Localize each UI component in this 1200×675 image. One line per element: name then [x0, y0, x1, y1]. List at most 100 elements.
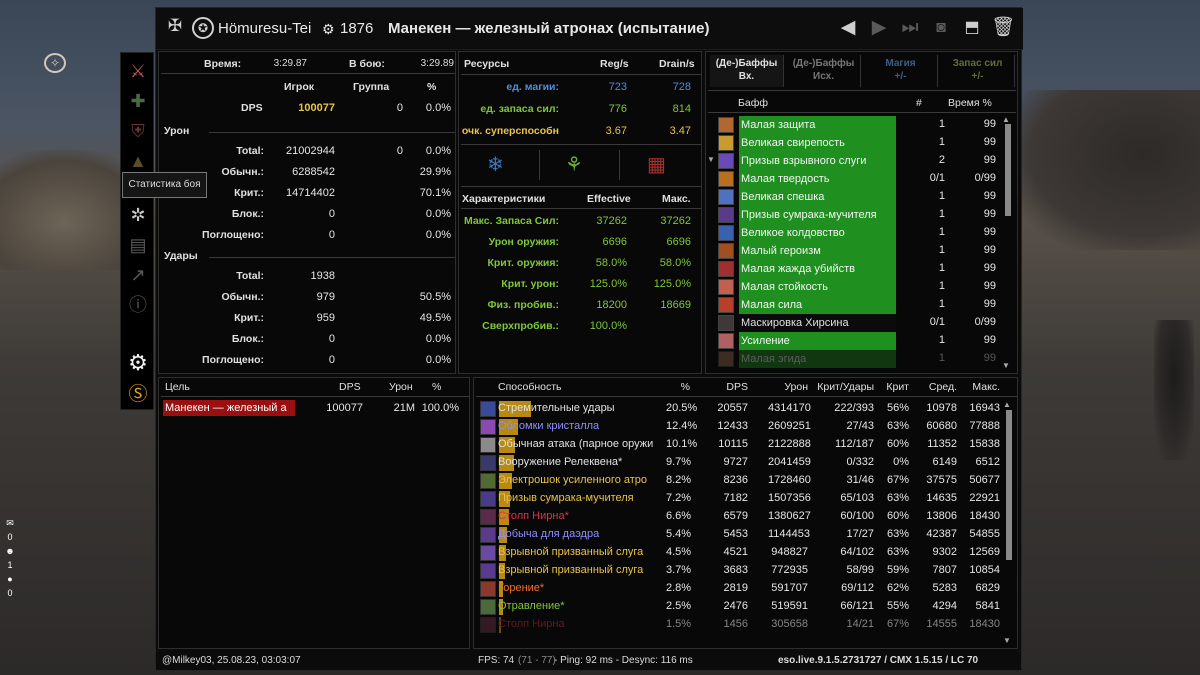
- ability-row[interactable]: Столп Нирна 1.5% 1456 305658 14/21 67% 14555 18…: [478, 616, 1016, 634]
- buff-count: 1: [938, 298, 945, 310]
- scroll-down-icon[interactable]: ▼: [1003, 636, 1011, 645]
- ability-row[interactable]: Взрывной призванный слуга 3.7% 3683 772935 5…: [478, 562, 1016, 580]
- resource-row-drain: 728: [672, 81, 691, 93]
- ability-row[interactable]: Призыв сумрака-мучителя 7.2% 7182 1507356 65…: [478, 490, 1016, 508]
- characteristic-effective: 58.0%: [595, 257, 627, 269]
- buff-row[interactable]: Малая жажда убийств 1 99: [714, 260, 1004, 278]
- target-dmg-header: Урон: [389, 381, 413, 393]
- characteristic-effective: 37262: [596, 215, 627, 227]
- buff-tab[interactable]: (Де-)Баффы Исх.: [787, 55, 861, 87]
- mail-icon: ✉: [6, 518, 14, 528]
- ability-icon: [480, 581, 496, 597]
- buff-scrollbar[interactable]: [1005, 124, 1011, 216]
- buff-row[interactable]: Малая стойкость 1 99: [714, 278, 1004, 296]
- ability-row[interactable]: Обломки кристалла 12.4% 12433 2609251 27/43 6…: [478, 418, 1016, 436]
- ability-scrollbar[interactable]: [1006, 410, 1012, 560]
- ability-crit-hits: 0/332: [846, 456, 874, 468]
- scroll-down-icon[interactable]: ▼: [1002, 361, 1010, 370]
- buff-row[interactable]: Великая свирепость 1 99: [714, 134, 1004, 152]
- expand-arrow-icon[interactable]: ▼: [707, 155, 715, 164]
- buff-count: 1: [938, 334, 945, 346]
- buff-tab[interactable]: Магия +/-: [864, 55, 938, 87]
- buff-tab[interactable]: Запас сил +/-: [941, 55, 1015, 87]
- ability-pct: 12.4%: [666, 420, 698, 432]
- ability-name: Взрывной призванный слуга: [498, 546, 644, 558]
- resource-row-drain: 814: [672, 103, 691, 115]
- buff-row[interactable]: Малая твердость 0/1 0/99: [714, 170, 1004, 188]
- buff-row[interactable]: Малая защита 1 99: [714, 116, 1004, 134]
- ability-dmg: 519591: [771, 600, 808, 612]
- ability-dps: 5453: [723, 528, 748, 540]
- ability-row[interactable]: Взрывной призванный слуга 4.5% 4521 948827 6…: [478, 544, 1016, 562]
- buff-row[interactable]: Великое колдовство 1 99: [714, 224, 1004, 242]
- ability-icon: [480, 419, 496, 435]
- next-fight-button[interactable]: ▶: [867, 16, 891, 40]
- buff-row[interactable]: Великая спешка 1 99: [714, 188, 1004, 206]
- log-icon[interactable]: ▤: [126, 233, 150, 257]
- buff-tab-line1: Запас сил: [952, 58, 1003, 69]
- damage-row-pct: 0.0%: [425, 208, 451, 220]
- ability-dps: 10115: [718, 438, 748, 450]
- buff-row[interactable]: Малая сила 1 99: [714, 296, 1004, 314]
- buff-row[interactable]: Малая эгида 1 99: [714, 350, 1004, 368]
- ability-crit: 67%: [886, 474, 909, 486]
- buff-icon: [718, 243, 734, 259]
- characteristic-effective: 18200: [596, 299, 627, 311]
- ability-name: Стремительные удары: [498, 402, 615, 414]
- magic-icon[interactable]: ✲: [126, 203, 150, 227]
- target-row[interactable]: Манекен — железный а 100077 21M 100.0%: [163, 400, 467, 416]
- delete-trash-icon[interactable]: 🗑: [991, 16, 1015, 40]
- scroll-up-icon[interactable]: ▲: [1002, 115, 1010, 124]
- ability-row[interactable]: Столп Нирна* 6.6% 6579 1380627 60/100 60% 1380…: [478, 508, 1016, 526]
- scroll-up-icon[interactable]: ▲: [1003, 400, 1011, 409]
- ability-row[interactable]: Стремительные удары 20.5% 20557 4314170 222/…: [478, 400, 1016, 418]
- ability-name: Горение*: [498, 582, 545, 594]
- damage-row-player: 14714402: [286, 187, 335, 199]
- ability-dps: 1456: [723, 618, 748, 630]
- buff-count: 1: [938, 190, 945, 202]
- damage-row-pct: 70.1%: [419, 187, 451, 199]
- buff-tab-line2: Исх.: [813, 71, 834, 82]
- combat-log-icon[interactable]: ⚔: [126, 59, 150, 83]
- ability-row[interactable]: Вооружение Релеквена* 9.7% 9727 2041459 0/33…: [478, 454, 1016, 472]
- addon-logo-icon[interactable]: Ⓢ: [126, 383, 150, 407]
- buff-time: 99: [983, 334, 996, 346]
- ability-row[interactable]: Электрошок усиленного атро 8.2% 8236 172846…: [478, 472, 1016, 490]
- hud-count: 0: [7, 532, 13, 542]
- buff-col-header: Бафф: [738, 97, 769, 109]
- version-text: eso.live.9.1.5.2731727 / CMX 1.5.15 / LC…: [778, 655, 979, 666]
- last-fight-button[interactable]: ⏭: [898, 16, 922, 40]
- ability-col-header: %: [680, 381, 690, 393]
- buff-row[interactable]: Усиление 1 99: [714, 332, 1004, 350]
- ability-avg: 11352: [927, 438, 957, 450]
- buff-time: 99: [983, 352, 996, 364]
- buff-row[interactable]: Призыв сумрака-мучителя 1 99: [714, 206, 1004, 224]
- ability-col-header: Макс.: [972, 381, 1000, 393]
- ability-row[interactable]: Отравление* 2.5% 2476 519591 66/121 55% 4294 58…: [478, 598, 1016, 616]
- buff-tab[interactable]: (Де-)Баффы Вх.: [710, 55, 784, 87]
- ability-icon: [480, 545, 496, 561]
- buff-row[interactable]: Маскировка Хирсина 0/1 0/99: [714, 314, 1004, 332]
- ability-max: 16943: [969, 402, 1000, 414]
- abilities-panel: Способность% DPS Урон Крит/Удары Крит Сред. Ма…: [473, 377, 1018, 649]
- ability-max: 18430: [969, 618, 1000, 630]
- ability-name: Обломки кристалла: [498, 420, 600, 432]
- stats-icon[interactable]: ▲: [126, 149, 150, 173]
- screenshot-camera-icon[interactable]: ◙: [929, 16, 953, 40]
- shield-icon[interactable]: ⛨: [126, 119, 150, 143]
- buff-count: 2: [938, 154, 945, 166]
- buff-name: Призыв взрывного слуги: [739, 152, 896, 170]
- graph-icon[interactable]: ↗: [126, 263, 150, 287]
- previous-fight-button[interactable]: ◀: [836, 16, 860, 40]
- buff-row[interactable]: Малый героизм 1 99: [714, 242, 1004, 260]
- ability-row[interactable]: Добыча для даэдра 5.4% 5453 1144453 17/27 63%…: [478, 526, 1016, 544]
- hits-row-label: Total:: [236, 270, 264, 282]
- ability-row[interactable]: Горение* 2.8% 2819 591707 69/112 62% 5283 6829: [478, 580, 1016, 598]
- export-button[interactable]: ⬒: [960, 16, 984, 40]
- ability-row[interactable]: Обычная атака (парное оружи 10.1% 10115 212…: [478, 436, 1016, 454]
- heal-icon[interactable]: ✚: [126, 89, 150, 113]
- ability-icon: [480, 509, 496, 525]
- info-icon[interactable]: ⓘ: [126, 293, 150, 317]
- buff-row[interactable]: Призыв взрывного слуги 2 99 ▼: [707, 152, 1004, 170]
- settings-gear-icon[interactable]: ⚙: [126, 351, 150, 375]
